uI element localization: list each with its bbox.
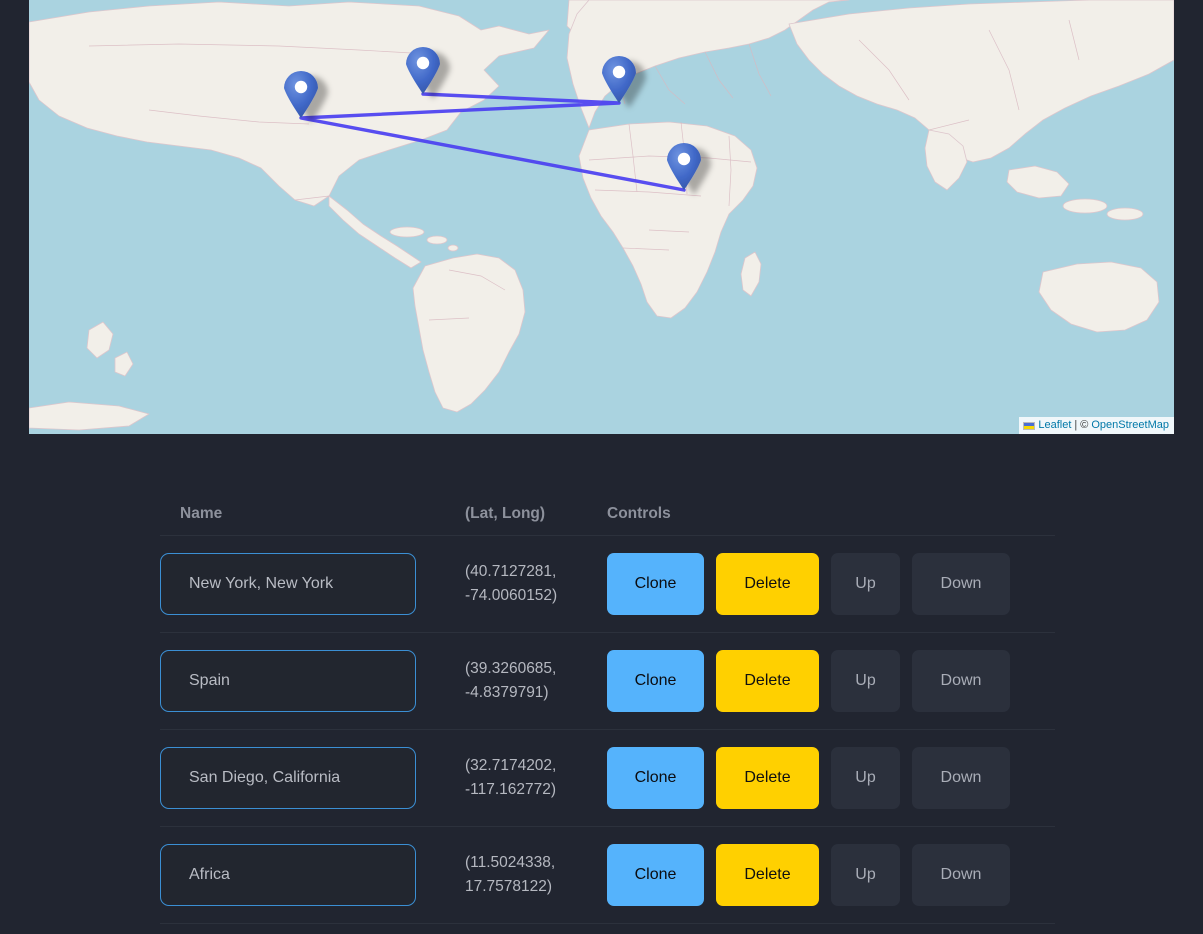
name-cell: [160, 844, 465, 906]
coordinates-cell: (40.7127281, -74.0060152): [465, 560, 607, 608]
table-header-row: Name (Lat, Long) Controls: [160, 470, 1055, 536]
copyright-symbol: ©: [1080, 418, 1088, 433]
move-down-button[interactable]: Down: [912, 844, 1010, 906]
latitude-value: (39.3260685,: [465, 657, 607, 681]
delete-button[interactable]: Delete: [716, 650, 819, 712]
coordinates-cell: (11.5024338, 17.7578122): [465, 851, 607, 899]
row-controls: Clone Delete Up Down: [607, 844, 1055, 906]
table-row: (32.7174202, -117.162772) Clone Delete U…: [160, 730, 1055, 827]
location-name-input[interactable]: [160, 844, 416, 906]
delete-button[interactable]: Delete: [716, 747, 819, 809]
row-controls: Clone Delete Up Down: [607, 553, 1055, 615]
longitude-value: 17.7578122): [465, 875, 607, 899]
clone-button[interactable]: Clone: [607, 844, 704, 906]
latitude-value: (11.5024338,: [465, 851, 607, 875]
clone-button[interactable]: Clone: [607, 553, 704, 615]
location-name-input[interactable]: [160, 650, 416, 712]
map-attribution: Leaflet | © OpenStreetMap: [1019, 417, 1174, 434]
move-down-button[interactable]: Down: [912, 747, 1010, 809]
row-controls: Clone Delete Up Down: [607, 747, 1055, 809]
longitude-value: -74.0060152): [465, 584, 607, 608]
map-canvas: [29, 0, 1174, 434]
coordinates-cell: (39.3260685, -4.8379791): [465, 657, 607, 705]
header-controls: Controls: [607, 505, 1055, 523]
header-name: Name: [160, 505, 465, 523]
openstreetmap-link[interactable]: OpenStreetMap: [1091, 418, 1169, 433]
name-cell: [160, 553, 465, 615]
name-cell: [160, 747, 465, 809]
header-coords: (Lat, Long): [465, 505, 607, 523]
delete-button[interactable]: Delete: [716, 553, 819, 615]
row-controls: Clone Delete Up Down: [607, 650, 1055, 712]
clone-button[interactable]: Clone: [607, 650, 704, 712]
map-container[interactable]: Leaflet | © OpenStreetMap: [29, 0, 1174, 434]
move-up-button[interactable]: Up: [831, 650, 900, 712]
delete-button[interactable]: Delete: [716, 844, 819, 906]
move-up-button[interactable]: Up: [831, 747, 900, 809]
table-row: (40.7127281, -74.0060152) Clone Delete U…: [160, 536, 1055, 633]
table-row: (11.5024338, 17.7578122) Clone Delete Up…: [160, 827, 1055, 924]
table-row: (39.3260685, -4.8379791) Clone Delete Up…: [160, 633, 1055, 730]
clone-button[interactable]: Clone: [607, 747, 704, 809]
name-cell: [160, 650, 465, 712]
move-up-button[interactable]: Up: [831, 553, 900, 615]
leaflet-link[interactable]: Leaflet: [1038, 418, 1071, 433]
locations-table: Name (Lat, Long) Controls (40.7127281, -…: [160, 470, 1055, 924]
latitude-value: (40.7127281,: [465, 560, 607, 584]
coordinates-cell: (32.7174202, -117.162772): [465, 754, 607, 802]
attribution-separator: |: [1074, 418, 1077, 433]
move-down-button[interactable]: Down: [912, 553, 1010, 615]
move-down-button[interactable]: Down: [912, 650, 1010, 712]
longitude-value: -4.8379791): [465, 681, 607, 705]
location-name-input[interactable]: [160, 747, 416, 809]
table-body: (40.7127281, -74.0060152) Clone Delete U…: [160, 536, 1055, 924]
location-name-input[interactable]: [160, 553, 416, 615]
move-up-button[interactable]: Up: [831, 844, 900, 906]
leaflet-flag-icon: [1023, 422, 1035, 430]
latitude-value: (32.7174202,: [465, 754, 607, 778]
longitude-value: -117.162772): [465, 778, 607, 802]
